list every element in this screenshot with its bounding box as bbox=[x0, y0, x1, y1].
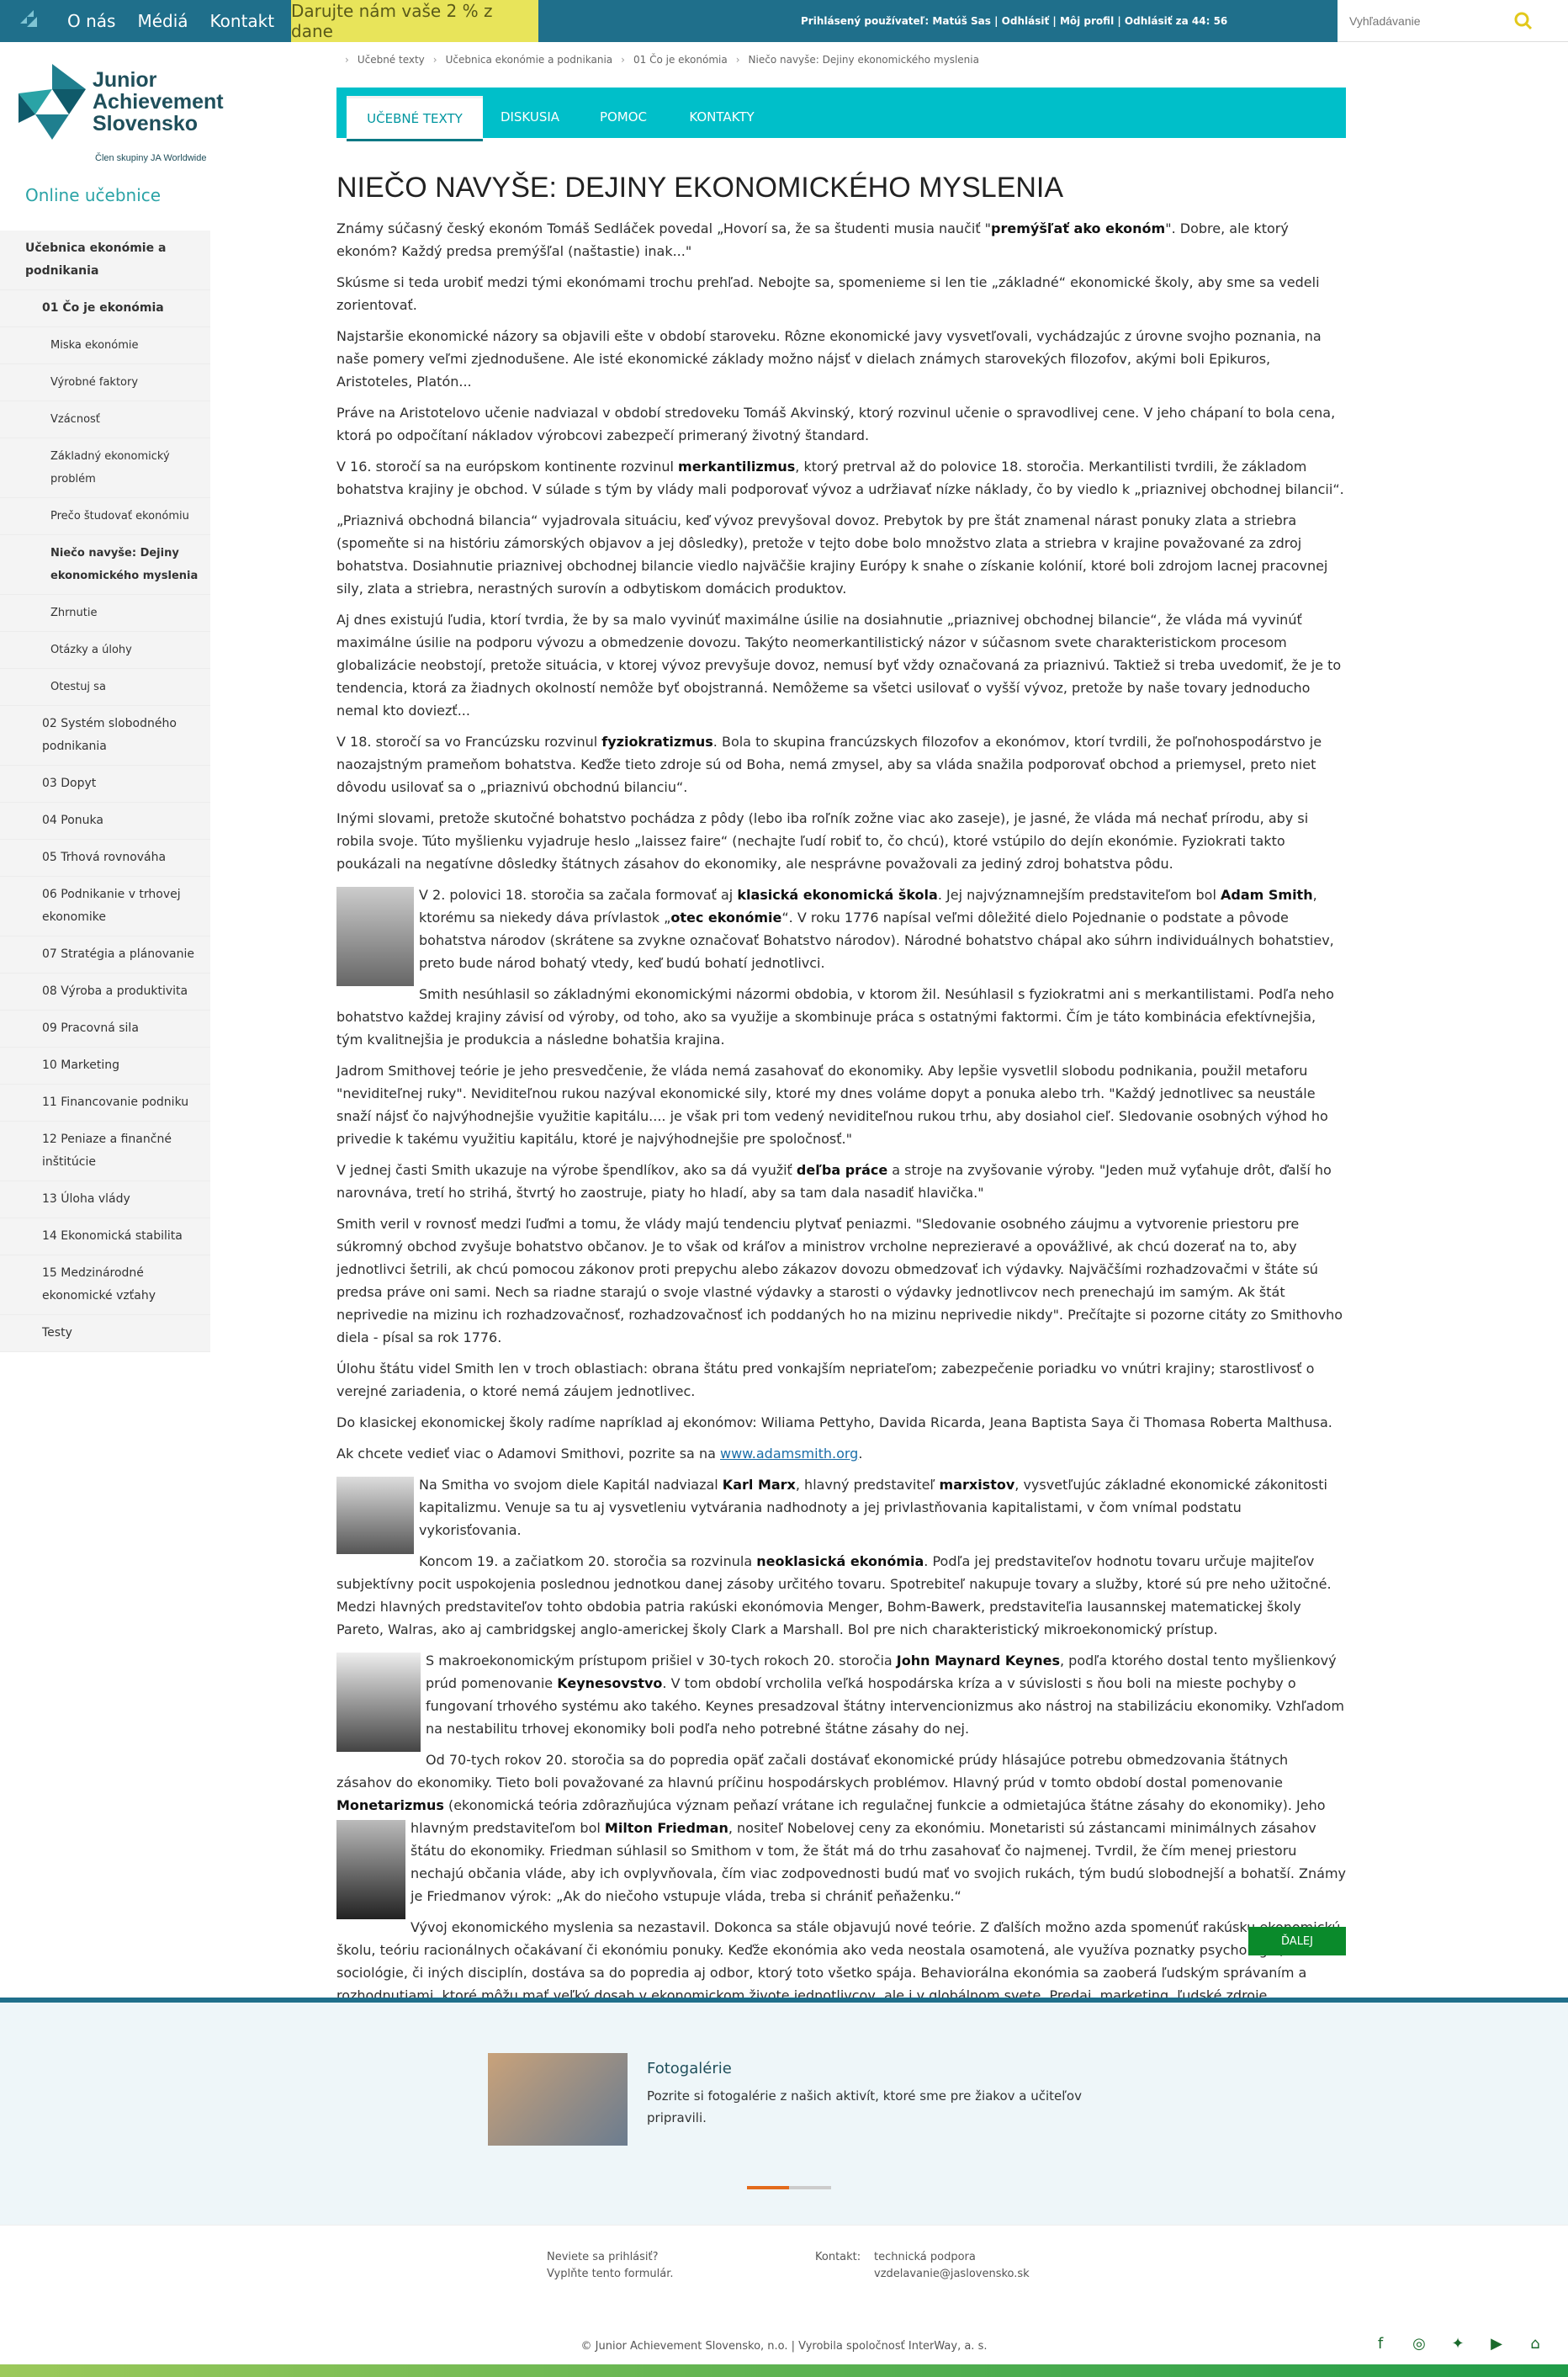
online-textbook-title[interactable]: Online učebnice bbox=[25, 185, 161, 205]
nav-link-kontakt[interactable]: Kontakt bbox=[210, 11, 275, 31]
tab-kontakty[interactable]: KONTAKTY bbox=[670, 96, 774, 138]
breadcrumb-item[interactable]: Učebnica ekonómie a podnikania bbox=[446, 54, 613, 66]
ja-logo-mark-icon bbox=[19, 64, 86, 140]
sidebar-item[interactable]: Prečo študovať ekonómiu bbox=[0, 498, 210, 535]
article-paragraph: Smith veril v rovnosť medzi ľuďmi a tomu… bbox=[336, 1216, 1343, 1345]
portrait-keynes bbox=[336, 1653, 421, 1752]
footer: Neviete sa prihlásiť? Vyplňte tento form… bbox=[0, 2225, 1568, 2343]
search-icon[interactable] bbox=[1512, 10, 1534, 32]
sidebar-item[interactable]: Zhrnutie bbox=[0, 595, 210, 632]
donate-button[interactable]: Darujte nám vaše 2 % z dane bbox=[291, 0, 538, 42]
search-box bbox=[1338, 0, 1568, 42]
article-paragraph: „Priaznivá obchodná bilancia“ vyjadroval… bbox=[336, 512, 1328, 597]
sidebar-item[interactable]: 10 Marketing bbox=[0, 1048, 210, 1085]
article-paragraph: Práve na Aristotelovo učenie nadviazal v… bbox=[336, 405, 1336, 443]
login-help[interactable]: Neviete sa prihlásiť? Vyplňte tento form… bbox=[547, 2249, 674, 2283]
article-paragraph: V 2. polovici 18. storočia sa začala for… bbox=[336, 883, 1346, 986]
social-links: f ◎ ✦ ▶ ⌂ bbox=[1371, 2334, 1544, 2353]
sidebar-item[interactable]: 03 Dopyt bbox=[0, 766, 210, 803]
article-paragraph: V jednej časti Smith ukazuje na výrobe š… bbox=[336, 1162, 1332, 1201]
sidebar-item[interactable]: 15 Medzinárodné ekonomické vzťahy bbox=[0, 1255, 210, 1315]
brand-name: Junior Achievement Slovensko bbox=[93, 68, 224, 135]
instagram-icon[interactable]: ◎ bbox=[1410, 2334, 1428, 2353]
gallery-text: Pozrite si fotogalérie z našich aktivít,… bbox=[647, 2088, 1082, 2125]
twitter-icon[interactable]: ✦ bbox=[1449, 2334, 1467, 2353]
article-paragraph: Na Smitha vo svojom diele Kapitál nadvia… bbox=[336, 1473, 1346, 1554]
sidebar-item[interactable]: 04 Ponuka bbox=[0, 803, 210, 840]
sidebar-item[interactable]: 06 Podnikanie v trhovej ekonomike bbox=[0, 877, 210, 936]
article-paragraph: Skúsme si teda urobiť medzi tými ekonóma… bbox=[336, 274, 1320, 313]
adamsmith-link[interactable]: www.adamsmith.org bbox=[720, 1446, 858, 1462]
nav-link-media[interactable]: Médiá bbox=[137, 11, 188, 31]
youtube-icon[interactable]: ▶ bbox=[1487, 2334, 1506, 2353]
breadcrumb-item[interactable]: Učebné texty bbox=[358, 54, 425, 66]
copyright: © Junior Achievement Slovensko, n.o. | V… bbox=[580, 2339, 988, 2353]
article-paragraph: Najstaršie ekonomické názory sa objavili… bbox=[336, 328, 1322, 390]
search-input[interactable] bbox=[1349, 12, 1518, 30]
sidebar-item[interactable]: Vzácnosť bbox=[0, 401, 210, 438]
article-paragraph: S makroekonomickým prístupom prišiel v 3… bbox=[336, 1649, 1346, 1752]
sidebar-item[interactable]: 07 Stratégia a plánovanie bbox=[0, 936, 210, 974]
article-paragraph: Od 70-tych rokov 20. storočia sa do popr… bbox=[336, 1748, 1346, 1919]
tab-diskusia[interactable]: DISKUSIA bbox=[483, 96, 577, 138]
sidebar-item[interactable]: Otestuj sa bbox=[0, 669, 210, 706]
breadcrumb: › Učebné texty › Učebnica ekonómie a podni… bbox=[345, 54, 979, 66]
sidebar-item[interactable]: 01 Čo je ekonómia bbox=[0, 290, 210, 327]
sidebar-item[interactable]: Učebnica ekonómie a podnikania bbox=[0, 231, 210, 290]
article-paragraph: V 18. storočí sa vo Francúzsku rozvinul … bbox=[336, 734, 1322, 795]
sidebar-item[interactable]: Základný ekonomický problém bbox=[0, 438, 210, 498]
gallery-section: Fotogalérie Pozrite si fotogalérie z naš… bbox=[0, 1998, 1568, 2225]
article-paragraph: Známy súčasný český ekonóm Tomáš Sedláče… bbox=[336, 220, 1289, 259]
article-paragraph: Koncom 19. a začiatkom 20. storočia sa r… bbox=[336, 1553, 1332, 1637]
contact-info[interactable]: technická podpora vzdelavanie@jaslovensk… bbox=[874, 2249, 1030, 2283]
sidebar-item[interactable]: Otázky a úlohy bbox=[0, 632, 210, 669]
nav-link-o-nas[interactable]: O nás bbox=[67, 11, 115, 31]
top-nav: O nás Médiá Kontakt bbox=[67, 0, 296, 42]
top-bar: O nás Médiá Kontakt Darujte nám vaše 2 %… bbox=[0, 0, 1568, 42]
sidebar-item[interactable]: Testy bbox=[0, 1315, 210, 1352]
portrait-milton-friedman bbox=[336, 1820, 405, 1919]
article-paragraph: Inými slovami, pretože skutočné bohatstv… bbox=[336, 810, 1309, 872]
tab-ucebne-texty[interactable]: UČEBNÉ TEXTY bbox=[347, 96, 483, 141]
brand-member-text: Člen skupiny JA Worldwide bbox=[95, 153, 207, 163]
sidebar-item[interactable]: 05 Trhová rovnováha bbox=[0, 840, 210, 877]
contact-label: Kontakt: bbox=[815, 2251, 861, 2263]
article-paragraph: Smith nesúhlasil so základnými ekonomick… bbox=[336, 986, 1334, 1048]
cast-icon[interactable]: ⌂ bbox=[1526, 2334, 1544, 2353]
sidebar-item[interactable]: Miska ekonómie bbox=[0, 327, 210, 364]
content-tabs: UČEBNÉ TEXTY DISKUSIA POMOC KONTAKTY bbox=[336, 88, 1346, 141]
article-paragraph: Do klasickej ekonomickej školy radíme na… bbox=[336, 1414, 1332, 1430]
article-paragraph: Ak chcete vedieť viac o Adamovi Smithovi… bbox=[336, 1446, 863, 1462]
ja-logo-icon[interactable] bbox=[17, 7, 44, 34]
next-button[interactable]: ĎALEJ bbox=[1248, 1927, 1346, 1955]
tab-pomoc[interactable]: POMOC bbox=[577, 96, 670, 138]
sidebar-item[interactable]: Výrobné faktory bbox=[0, 364, 210, 401]
article-paragraph: Aj dnes existujú ľudia, ktorí tvrdia, že… bbox=[336, 612, 1342, 719]
sidebar-item[interactable]: Niečo navyše: Dejiny ekonomického myslen… bbox=[0, 535, 210, 595]
footer-accent-bar bbox=[0, 2364, 1568, 2377]
sidebar-item[interactable]: 08 Výroba a produktivita bbox=[0, 974, 210, 1011]
portrait-karl-marx bbox=[336, 1477, 414, 1554]
sidebar-item[interactable]: 09 Pracovná sila bbox=[0, 1011, 210, 1048]
breadcrumb-item[interactable]: 01 Čo je ekonómia bbox=[633, 54, 728, 66]
sidebar-item[interactable]: 12 Peniaze a finančné inštitúcie bbox=[0, 1122, 210, 1181]
sidebar-item[interactable]: 13 Úloha vlády bbox=[0, 1181, 210, 1218]
user-status[interactable]: Prihlásený používateľ: Matúš Sas | Odhlá… bbox=[801, 0, 1227, 42]
sidebar-item[interactable]: 02 Systém slobodného podnikania bbox=[0, 706, 210, 766]
portrait-adam-smith bbox=[336, 887, 414, 986]
page-title: NIEČO NAVYŠE: DEJINY EKONOMICKÉHO MYSLEN… bbox=[336, 172, 1064, 204]
sidebar-nav: Učebnica ekonómie a podnikania 01 Čo je e… bbox=[0, 231, 210, 1352]
gallery-thumbnail[interactable] bbox=[488, 2053, 628, 2146]
brand-logo[interactable]: Junior Achievement Slovensko Člen skupin… bbox=[0, 42, 224, 163]
article-paragraph: Jadrom Smithovej teórie je jeho presvedč… bbox=[336, 1063, 1328, 1147]
facebook-icon[interactable]: f bbox=[1371, 2334, 1390, 2353]
article: NIEČO NAVYŠE: DEJINY EKONOMICKÉHO MYSLEN… bbox=[336, 168, 1346, 2038]
breadcrumb-current: Niečo navyše: Dejiny ekonomického myslen… bbox=[748, 54, 979, 66]
carousel-indicator[interactable] bbox=[747, 2186, 831, 2189]
sidebar-item[interactable]: 11 Financovanie podniku bbox=[0, 1085, 210, 1122]
sidebar-item[interactable]: 14 Ekonomická stabilita bbox=[0, 1218, 210, 1255]
article-paragraph: Úlohu štátu videl Smith len v troch obla… bbox=[336, 1361, 1315, 1399]
article-paragraph: V 16. storočí sa na európskom kontinente… bbox=[336, 459, 1344, 497]
gallery-title[interactable]: Fotogalérie bbox=[647, 2060, 732, 2077]
